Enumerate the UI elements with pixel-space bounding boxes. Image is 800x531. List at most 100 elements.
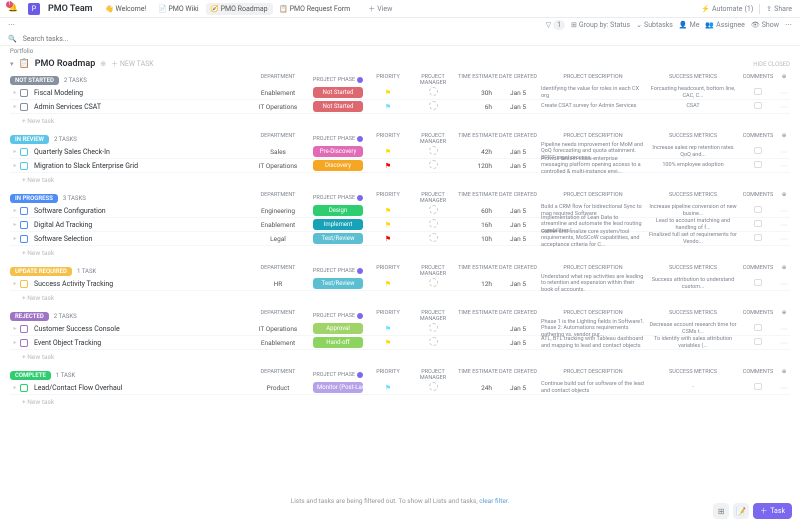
cell-time-estimate[interactable]: 6h [458,103,498,111]
group-by-button[interactable]: ⊞Group by: Status [571,21,630,29]
status-checkbox[interactable] [20,148,28,156]
breadcrumb[interactable]: Portfolio [0,46,800,57]
task-row[interactable]: ▸ Lead/Contact Flow Overhaul Product Mon… [10,381,790,395]
status-pill[interactable]: REJECTED [10,312,49,321]
cell-priority[interactable]: ⚑ [368,339,408,347]
expand-toggle[interactable]: ▸ [10,103,20,110]
new-task-fab[interactable]: ＋Task [753,503,792,519]
col-time-estimate[interactable]: TIME ESTIMATE [458,369,498,381]
task-row[interactable]: ▸ Quarterly Sales Check-In Sales Pre-Dis… [10,145,790,159]
col-success-metrics[interactable]: SUCCESS METRICS [648,369,738,381]
col-department[interactable]: DEPARTMENT [248,192,308,204]
cell-time-estimate[interactable]: 120h [458,162,498,170]
nav-tab-welcome-[interactable]: 👋Welcome! [101,3,152,15]
status-checkbox[interactable] [20,384,28,392]
status-checkbox[interactable] [20,89,28,97]
cell-comments[interactable] [738,324,778,333]
col-pm[interactable]: PROJECT MANAGER [408,192,458,204]
cell-pm[interactable] [408,160,458,171]
page-title[interactable]: PMO Roadmap [35,59,96,69]
cell-date-created[interactable]: Jan 5 [498,207,538,215]
col-pm[interactable]: PROJECT MANAGER [408,74,458,86]
cell-description[interactable]: ATL, BTL tracking with Tableau dashboard… [538,335,648,350]
cell-pm[interactable] [408,337,458,348]
cell-date-created[interactable]: Jan 5 [498,325,538,333]
cell-comments[interactable] [738,383,778,392]
col-success-metrics[interactable]: SUCCESS METRICS [648,133,738,145]
cell-department[interactable]: Engineering [248,207,308,215]
cell-success-metrics[interactable]: Lead to account matching and handling of… [648,218,738,231]
more-menu[interactable]: ⋯ [8,21,15,29]
share-button[interactable]: ⇪ Share [766,5,792,13]
cell-phase[interactable]: Not Started [308,101,368,112]
cell-department[interactable]: Enablement [248,339,308,347]
status-checkbox[interactable] [20,235,28,243]
cell-priority[interactable]: ⚑ [368,384,408,392]
cell-date-created[interactable]: Jan 5 [498,162,538,170]
col-phase[interactable]: PROJECT PHASE [308,369,368,381]
cell-success-metrics[interactable]: - [648,384,738,391]
nav-tab-pmo-request-form[interactable]: 📋PMO Request Form [275,3,356,15]
row-more[interactable]: ⋯ [778,325,790,333]
col-time-estimate[interactable]: TIME ESTIMATE [458,310,498,322]
task-row[interactable]: ▸ Software Configuration Engineering Des… [10,204,790,218]
cell-time-estimate[interactable]: 10h [458,235,498,243]
cell-department[interactable]: Legal [248,235,308,243]
cell-comments[interactable] [738,220,778,229]
cell-phase[interactable]: Hand-off [308,337,368,348]
cell-time-estimate[interactable]: 60h [458,207,498,215]
col-date-created[interactable]: DATE CREATED [498,74,538,86]
expand-toggle[interactable]: ▸ [10,207,20,214]
col-time-estimate[interactable]: TIME ESTIMATE [458,265,498,277]
col-success-metrics[interactable]: SUCCESS METRICS [648,265,738,277]
add-column-button[interactable]: ⊕ [778,265,790,277]
cell-phase[interactable]: Discovery [308,160,368,171]
status-checkbox[interactable] [20,339,28,347]
cell-description[interactable]: Understand what rep activities are leadi… [538,273,648,295]
row-more[interactable]: ⋯ [778,339,790,347]
cell-phase[interactable]: Monitor (Post-Laun... [308,382,368,393]
task-row[interactable]: ▸ Success Activity Tracking HR Test/Revi… [10,277,790,291]
status-checkbox[interactable] [20,103,28,111]
cell-time-estimate[interactable]: 16h [458,221,498,229]
row-more[interactable]: ⋯ [778,221,790,229]
cell-department[interactable]: Enablement [248,89,308,97]
cell-priority[interactable]: ⚑ [368,148,408,156]
new-task-inline[interactable]: + New task [10,246,790,260]
cell-date-created[interactable]: Jan 5 [498,235,538,243]
automate-button[interactable]: ⚡ Automate (1) [701,5,753,13]
cell-priority[interactable]: ⚑ [368,235,408,243]
cell-priority[interactable]: ⚑ [368,207,408,215]
task-row[interactable]: ▸ Fiscal Modeling Enablement Not Started… [10,86,790,100]
cell-success-metrics[interactable]: Forcasting headcount, bottom line, CAC, … [648,86,738,99]
new-task-inline[interactable]: + New task [10,173,790,187]
cell-time-estimate[interactable]: 30h [458,89,498,97]
expand-toggle[interactable]: ▸ [10,325,20,332]
expand-toggle[interactable]: ▸ [10,235,20,242]
col-comments[interactable]: COMMENTS [738,265,778,277]
cell-pm[interactable] [408,382,458,393]
cell-department[interactable]: HR [248,280,308,288]
add-column-button[interactable]: ⊕ [778,310,790,322]
task-name[interactable]: Admin Services CSAT [32,103,248,111]
cell-success-metrics[interactable]: Finalized full set of requirements for V… [648,232,738,245]
expand-toggle[interactable]: ▸ [10,162,20,169]
col-phase[interactable]: PROJECT PHASE [308,310,368,322]
notepad-fab[interactable]: 📝 [733,503,749,519]
cell-description[interactable]: Gather and finalize core system/tool req… [538,228,648,250]
cell-phase[interactable]: Pre-Discovery [308,146,368,157]
cell-pm[interactable] [408,87,458,98]
cell-time-estimate[interactable]: 42h [458,148,498,156]
col-phase[interactable]: PROJECT PHASE [308,265,368,277]
task-name[interactable]: Success Activity Tracking [32,280,248,288]
status-checkbox[interactable] [20,207,28,215]
new-task-inline[interactable]: + New task [10,395,790,409]
cell-comments[interactable] [738,102,778,111]
task-name[interactable]: Fiscal Modeling [32,89,248,97]
expand-toggle[interactable]: ▸ [10,148,20,155]
col-department[interactable]: DEPARTMENT [248,133,308,145]
cell-success-metrics[interactable]: CSAT [648,103,738,110]
col-comments[interactable]: COMMENTS [738,369,778,381]
cell-success-metrics[interactable]: 100% employee adoption [648,162,738,169]
col-department[interactable]: DEPARTMENT [248,310,308,322]
